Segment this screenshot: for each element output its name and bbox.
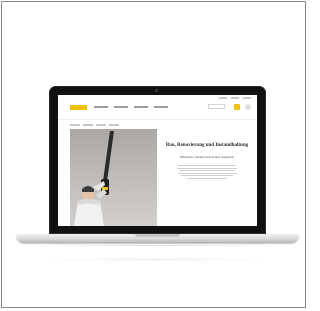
utility-link[interactable]	[231, 97, 239, 99]
breadcrumb	[70, 124, 119, 126]
nav-item[interactable]	[154, 106, 168, 108]
laptop-shadow	[10, 245, 305, 246]
breadcrumb-item[interactable]	[70, 124, 80, 126]
page-title: Bau, Renovierung und Instandhaltung	[165, 143, 249, 148]
site-header	[58, 95, 257, 120]
text-line	[177, 167, 237, 169]
breadcrumb-item[interactable]	[83, 124, 93, 126]
utility-link[interactable]	[243, 97, 251, 99]
utility-bar	[219, 97, 251, 101]
nav-item[interactable]	[134, 106, 148, 108]
text-line	[181, 175, 233, 177]
laptop-reflection	[42, 258, 272, 261]
cart-icon[interactable]	[234, 104, 240, 110]
breadcrumb-item[interactable]	[109, 124, 119, 126]
site-logo[interactable]	[70, 105, 87, 110]
search-input[interactable]	[208, 104, 225, 109]
hero-text: Bau, Renovierung und Instandhaltung Effi…	[162, 143, 252, 181]
lid-opening-notch	[135, 234, 180, 237]
text-line	[179, 170, 235, 172]
laptop-base	[16, 234, 299, 244]
webcam	[155, 89, 158, 92]
hero-paragraph	[177, 165, 237, 179]
utility-link[interactable]	[219, 97, 227, 99]
laptop-screen: Bau, Renovierung und Instandhaltung Effi…	[58, 95, 257, 226]
text-line	[187, 177, 227, 179]
worker-with-drill-illustration	[74, 131, 114, 226]
nav-item[interactable]	[114, 106, 128, 108]
nav-item[interactable]	[94, 106, 108, 108]
hero-subtitle: Effiziente, flexible und sichere Angebot…	[179, 155, 235, 159]
text-line	[177, 172, 237, 174]
main-nav	[94, 106, 168, 108]
hero-image	[70, 129, 157, 226]
laptop-foot	[265, 243, 293, 244]
image-frame: Bau, Renovierung und Instandhaltung Effi…	[1, 1, 306, 308]
text-line	[178, 165, 236, 166]
account-icon[interactable]	[245, 104, 251, 110]
breadcrumb-item[interactable]	[96, 124, 106, 126]
laptop-foot	[22, 243, 50, 244]
laptop-lid: Bau, Renovierung und Instandhaltung Effi…	[49, 86, 266, 234]
